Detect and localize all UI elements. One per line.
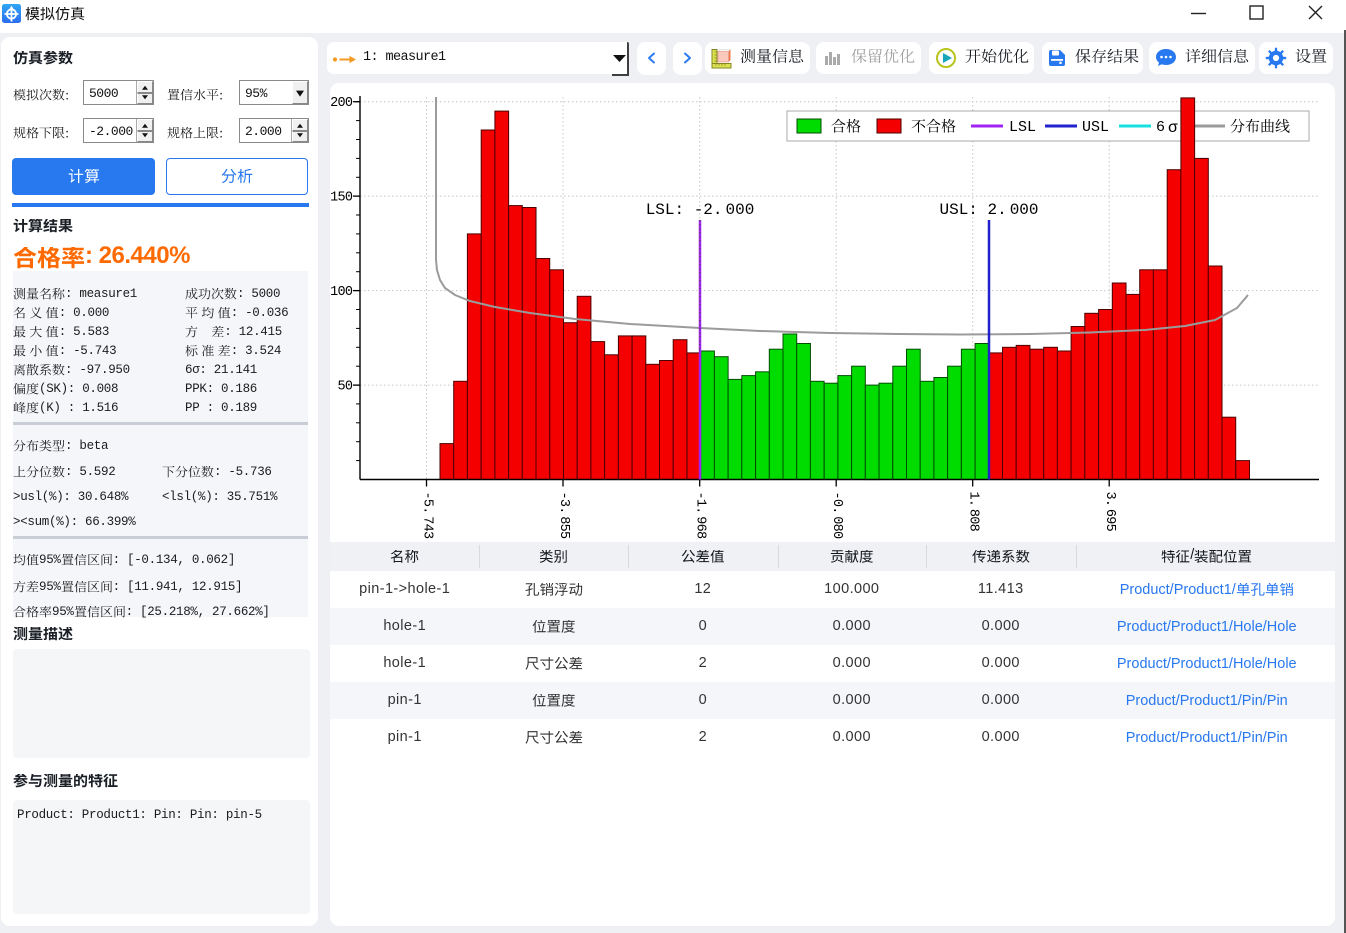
svg-text:50: 50 (337, 380, 352, 395)
svg-text:-1.968: -1.968 (693, 492, 708, 540)
svg-text:3.695: 3.695 (1102, 492, 1117, 532)
svg-text:100: 100 (330, 285, 353, 300)
svg-text:-3.855: -3.855 (556, 492, 571, 540)
svg-text:σ: σ (1168, 119, 1178, 137)
svg-text:USL: 2.000: USL: 2.000 (939, 201, 1038, 219)
svg-text:6: 6 (1156, 119, 1165, 136)
svg-text:150: 150 (330, 191, 353, 206)
svg-text:LSL: LSL (1009, 119, 1036, 136)
svg-text:LSL: -2.000: LSL: -2.000 (646, 201, 755, 219)
svg-text:-0.080: -0.080 (829, 492, 844, 540)
svg-text:1.808: 1.808 (966, 492, 981, 532)
svg-text:200: 200 (330, 96, 353, 111)
svg-text:-5.743: -5.743 (420, 492, 435, 540)
svg-text:USL: USL (1082, 119, 1109, 136)
